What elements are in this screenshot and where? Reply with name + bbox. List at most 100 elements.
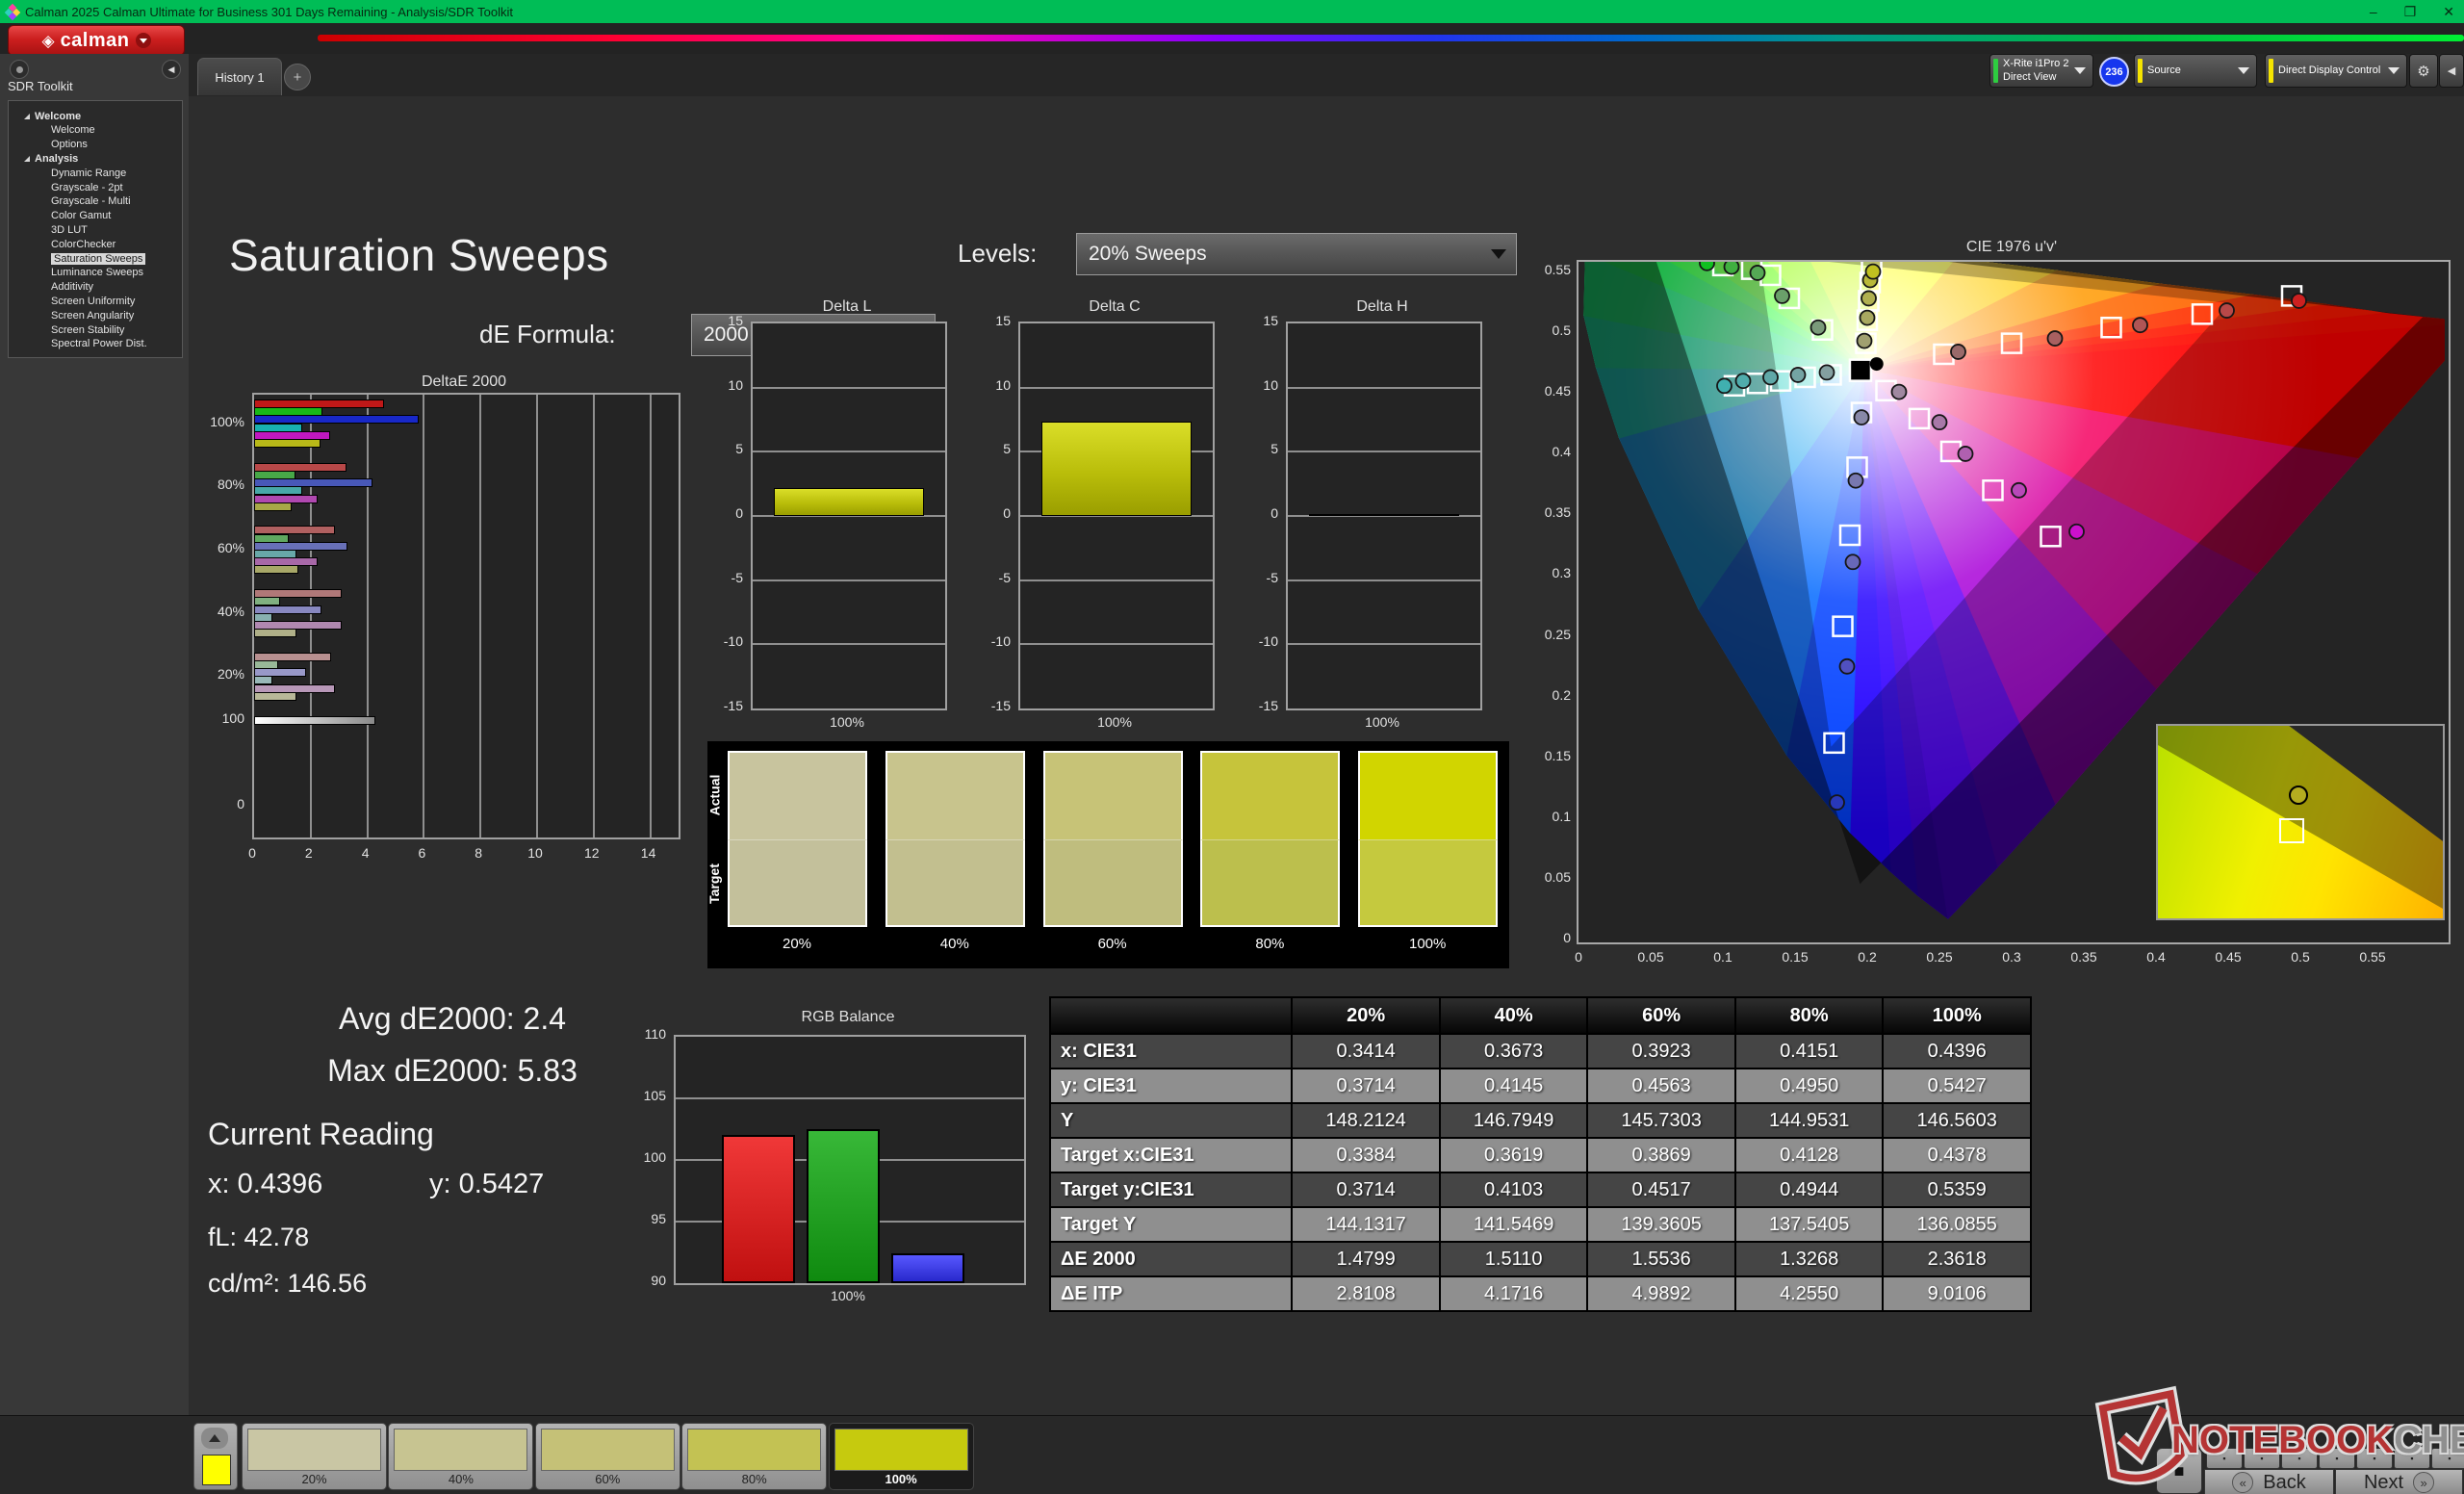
panel-collapse-button[interactable]: ◀ [2439,54,2464,88]
levels-dropdown[interactable]: 20% Sweeps [1076,233,1517,275]
chevron-right-icon: » [2413,1472,2434,1493]
rgb-ytick: 105 [644,1088,666,1103]
tab-history-1[interactable]: History 1 [197,58,282,95]
level-swatch [687,1429,821,1471]
deltae-group-label: 100% [210,414,244,429]
patch-up-button[interactable] [201,1428,228,1449]
level-card-20%[interactable]: 20% [242,1423,387,1490]
ytick: 0 [1270,505,1278,521]
tree-item-welcome[interactable]: Welcome [9,109,182,123]
tree-item-grayscale-multi[interactable]: Grayscale - Multi [9,194,182,209]
tree-item-options[interactable]: Options [9,138,182,152]
close-icon[interactable]: ✕ [2443,4,2454,20]
avg-de2000: Avg dE2000: 2.4 [231,1001,674,1037]
stop-icon: ■ [2174,1461,2185,1481]
tree-item-welcome[interactable]: Welcome [9,123,182,138]
measured-point-cyan [1820,365,1835,379]
table-row: Target x:CIE310.33840.36190.38690.41280.… [1050,1138,2031,1172]
transport-button-6[interactable]: ▪ [2394,1448,2430,1469]
level-card-60%[interactable]: 60% [535,1423,680,1490]
table-cell: 0.4103 [1440,1172,1588,1207]
measured-point-magenta [2069,525,2084,539]
sidebar-collapse-button[interactable]: ◀ [162,60,181,79]
level-card-80%[interactable]: 80% [681,1423,827,1490]
deltae-bar-40%-Yellow [254,629,296,637]
row-label: Target y:CIE31 [1050,1172,1292,1207]
transport-button-2[interactable]: ▪ [2244,1448,2280,1469]
target-swatch-80% [1200,839,1340,927]
swatch-category-label: 100% [1409,936,1446,952]
gridline [1020,580,1213,581]
table-cell: 0.3714 [1292,1172,1440,1207]
tree-item-dynamic-range[interactable]: Dynamic Range [9,166,182,180]
tree-item-analysis[interactable]: Analysis [9,151,182,166]
actual-swatch-20% [728,751,867,839]
measured-point-red [1951,345,1965,359]
sidebar-pin-button[interactable] [10,60,29,79]
page-title: Saturation Sweeps [229,229,609,281]
calman-menu-button[interactable]: ◈ calman [8,25,185,56]
tree-item-spectral-power-dist-[interactable]: Spectral Power Dist. [9,337,182,351]
tree-item-colorchecker[interactable]: ColorChecker [9,237,182,251]
maximize-icon[interactable]: ❐ [2404,4,2417,20]
level-card-40%[interactable]: 40% [388,1423,533,1490]
measurement-count-badge[interactable]: 236 [2099,57,2129,87]
back-button[interactable]: « Back [2204,1469,2334,1494]
transport-button-3[interactable]: ▪ [2281,1448,2318,1469]
gridline [1288,580,1480,581]
plus-icon: + [294,69,302,86]
current-reading-heading: Current Reading [208,1117,434,1152]
tree-item-color-gamut[interactable]: Color Gamut [9,209,182,223]
chevron-left-icon: ◀ [2448,64,2455,77]
rgb-ytick: 100 [644,1149,666,1165]
table-row: Y148.2124146.7949145.7303144.9531146.560… [1050,1103,2031,1138]
transport-button-4[interactable]: ▪ [2319,1448,2355,1469]
add-tab-button[interactable]: + [284,64,311,90]
minimize-icon[interactable]: – [2370,4,2377,19]
source-dropdown[interactable]: Source [2134,54,2257,88]
next-button[interactable]: Next » [2335,1469,2463,1494]
transport-button-1[interactable]: ▪ [2206,1448,2243,1469]
table-cell: 1.4799 [1292,1242,1440,1276]
table-cell: 0.4396 [1883,1034,2031,1069]
ytick: -10 [1259,633,1278,649]
cie-chart-title: CIE 1976 u'v' [1578,239,2445,256]
row-label: y: CIE31 [1050,1069,1292,1103]
stop-button[interactable]: ■ [2156,1448,2202,1494]
table-cell: 0.3923 [1587,1034,1735,1069]
gridline [479,395,481,837]
delta-c-plot [1018,322,1215,710]
tree-item-3d-lut[interactable]: 3D LUT [9,222,182,237]
tree-item-screen-uniformity[interactable]: Screen Uniformity [9,294,182,308]
level-card-100%[interactable]: 100% [829,1423,974,1490]
rgb-category-label: 100% [831,1288,865,1303]
tree-item-label: 3D LUT [51,224,88,236]
tree-item-grayscale-2pt[interactable]: Grayscale - 2pt [9,180,182,194]
gridline [367,395,369,837]
tree-item-screen-stability[interactable]: Screen Stability [9,322,182,337]
delta-h-title: Delta H [1286,298,1478,316]
tree-item-saturation-sweeps[interactable]: Saturation Sweeps [9,251,182,266]
meter-dropdown[interactable]: X-Rite i1Pro 2 Direct View [1989,54,2093,88]
transport-button-5[interactable]: ▪ [2356,1448,2393,1469]
actual-label: Actual [706,775,722,816]
measured-point-blue [1849,474,1863,488]
deltae-xtick: 10 [527,845,543,861]
table-cell: 0.4151 [1735,1034,1884,1069]
level-swatch [394,1429,527,1471]
measured-point-red [2133,318,2147,332]
transport-button-7[interactable]: ▪ [2431,1448,2464,1469]
tree-item-additivity[interactable]: Additivity [9,280,182,295]
table-cell: 4.2550 [1735,1276,1884,1311]
target-swatch-100% [1358,839,1498,927]
settings-button[interactable]: ⚙ [2409,54,2438,88]
level-swatch [834,1429,968,1471]
gridline [310,395,312,837]
tree-item-luminance-sweeps[interactable]: Luminance Sweeps [9,266,182,280]
chevron-left-icon: ◀ [168,64,175,75]
table-row: Target y:CIE310.37140.41030.45170.49440.… [1050,1172,2031,1207]
display-control-dropdown[interactable]: Direct Display Control [2265,54,2407,88]
table-cell: 0.4145 [1440,1069,1588,1103]
tree-item-screen-angularity[interactable]: Screen Angularity [9,308,182,322]
swatch-category-label: 60% [1098,936,1127,952]
